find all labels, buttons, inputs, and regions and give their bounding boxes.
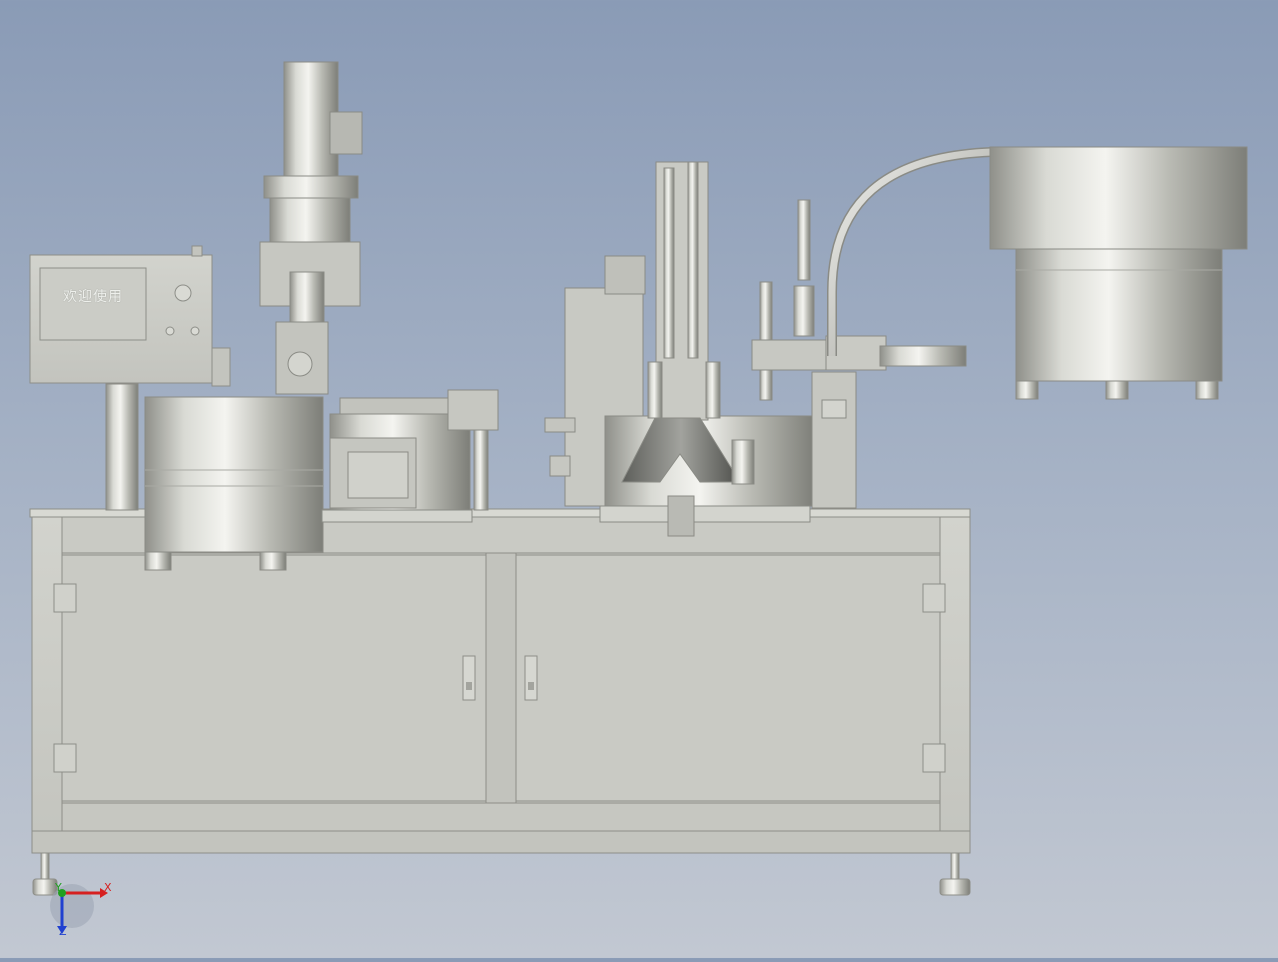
left-door [61, 554, 487, 802]
right-bowl-feeder [989, 146, 1248, 400]
feed-tube [827, 147, 993, 356]
machine-drawing [29, 61, 1248, 934]
bottom-rail [61, 802, 941, 832]
axis-label-x: X [104, 881, 112, 894]
center-mullion [485, 552, 517, 804]
cad-viewport[interactable]: 欢迎使用 X Y Z [0, 0, 1278, 958]
capping-head [259, 61, 363, 395]
axis-label-z: Z [59, 925, 67, 938]
control-panel [29, 245, 231, 387]
control-panel-label: 欢迎使用 [63, 289, 123, 305]
axis-label-y: Y [55, 881, 62, 894]
left-handle [462, 655, 476, 701]
right-post [939, 516, 971, 854]
right-door [515, 554, 941, 802]
left-post [31, 516, 63, 854]
leveling-feet [32, 852, 971, 896]
right-handle [524, 655, 538, 701]
base-rail [31, 830, 971, 854]
center-left-station [321, 389, 499, 523]
